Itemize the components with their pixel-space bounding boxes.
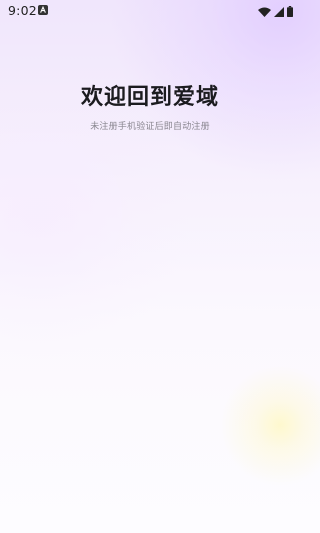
welcome-header: 欢迎回到爱域 未注册手机验证后即自动注册 bbox=[0, 84, 300, 133]
signal-icon bbox=[274, 2, 284, 21]
page-title: 欢迎回到爱域 bbox=[80, 85, 219, 110]
battery-icon bbox=[287, 2, 293, 21]
page-subtitle: 未注册手机验证后即自动注册 bbox=[90, 122, 210, 132]
status-bar: 9:02 bbox=[0, 0, 300, 22]
status-time: 9:02 bbox=[8, 3, 37, 18]
a-badge-icon bbox=[38, 5, 48, 15]
wifi-icon bbox=[258, 2, 271, 21]
status-icons bbox=[258, 4, 293, 18]
